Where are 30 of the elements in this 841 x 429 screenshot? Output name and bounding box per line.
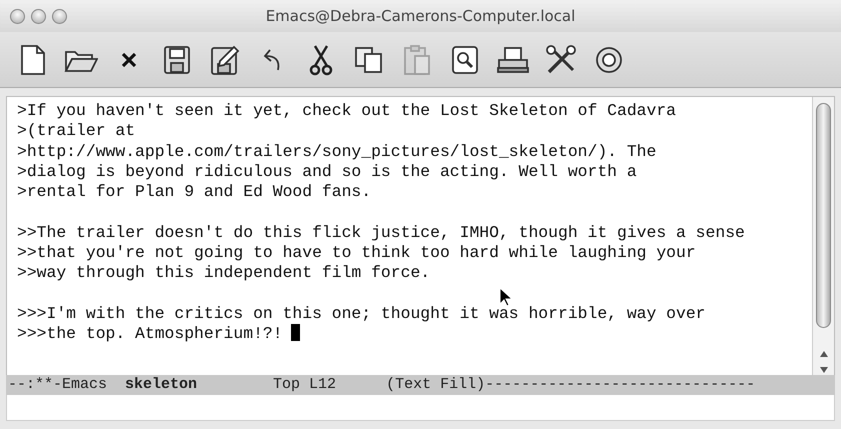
search-icon	[451, 44, 479, 74]
zoom-button[interactable]	[52, 8, 67, 24]
text-line: >>that you're not going to have to think too hard while laughing your	[17, 243, 696, 262]
text-line: >(trailer at	[17, 121, 136, 140]
major-mode: (Text Fill)------------------------------	[386, 374, 756, 395]
scroll-thumb[interactable]	[816, 103, 831, 328]
buffer-position: Top L12	[273, 374, 336, 395]
copy-pages-icon	[354, 46, 384, 74]
clipboard-icon	[403, 44, 431, 76]
text-line: >http://www.apple.com/trailers/sony_pictures/lost_skeleton/). The	[17, 142, 656, 161]
mouse-pointer-icon	[499, 287, 513, 307]
text-cursor	[290, 324, 300, 342]
printer-icon	[496, 46, 530, 74]
text-line: >If you haven't seen it yet, check out the Lost Skeleton of Cadavra	[17, 101, 676, 120]
window-title: Emacs@Debra-Camerons-Computer.local	[266, 6, 576, 25]
scissors-icon	[309, 44, 333, 76]
text-line: >>way through this independent film force.	[17, 263, 430, 282]
mode-line-status: --:**-Emacs	[8, 374, 108, 395]
minimize-button[interactable]	[31, 8, 46, 24]
close-icon	[121, 52, 137, 68]
life-ring-icon	[594, 44, 624, 74]
floppy-pencil-icon	[210, 44, 240, 76]
text-line: >rental for Plan 9 and Ed Wood fans.	[17, 182, 372, 202]
text-line: >dialog is beyond ridiculous and so is the acting. Well worth a	[17, 162, 637, 181]
buffer-name: skeleton	[125, 374, 198, 395]
text-line: >>The trailer doesn't do this flick justice, IMHO, though it gives a sense	[17, 222, 745, 242]
scrollbar[interactable]	[812, 97, 834, 375]
text-line: >>>I'm with the critics on this one; thought it was horrible, way over	[17, 304, 706, 323]
new-file-icon	[20, 44, 46, 76]
text-line: >>>the top. Atmospherium!?!	[17, 324, 283, 344]
